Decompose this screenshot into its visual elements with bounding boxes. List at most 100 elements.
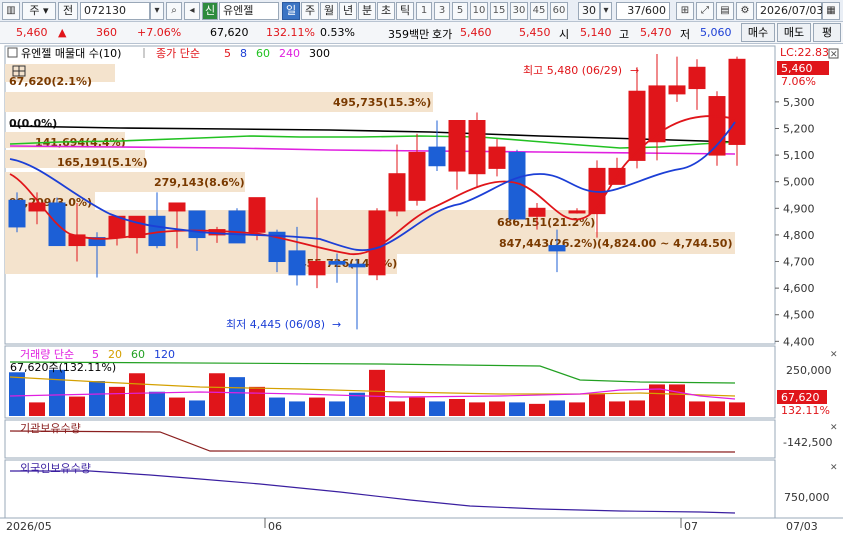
- volume-bar: [549, 400, 565, 416]
- count-field[interactable]: 37/600: [616, 2, 670, 20]
- volume-current-pct: 132.11%: [781, 404, 830, 417]
- trend-icon[interactable]: ⤢: [696, 2, 714, 20]
- interval-button[interactable]: 5: [452, 2, 468, 20]
- x-label-june: 06: [268, 520, 282, 533]
- calendar-icon[interactable]: ▦: [822, 2, 840, 20]
- interval-select[interactable]: 30: [578, 2, 600, 20]
- low-annotation: 최저 4,445 (06/08): [226, 318, 325, 331]
- candle-body: [668, 85, 686, 95]
- interval-button[interactable]: 15: [490, 2, 508, 20]
- foreign-panel-close-icon[interactable]: ✕: [830, 463, 838, 473]
- candle-body: [8, 199, 26, 228]
- candle-body: [488, 146, 506, 169]
- candle-body: [528, 207, 546, 217]
- stock-name-field[interactable]: 유엔젤: [219, 2, 279, 20]
- gear-icon[interactable]: ⚙: [736, 2, 754, 20]
- interval-button[interactable]: 30: [510, 2, 528, 20]
- volume-bar: [29, 402, 45, 416]
- svg-text:✕: ✕: [830, 50, 838, 60]
- interval-button[interactable]: 60: [550, 2, 568, 20]
- volume-value: 67,620: [210, 26, 249, 39]
- period-tab[interactable]: 년: [339, 2, 357, 20]
- low-label: 저: [680, 28, 691, 41]
- volume-bar: [89, 381, 105, 416]
- high-annotation: 최고 5,480 (06/29): [523, 64, 622, 77]
- prev-button[interactable]: 전: [58, 2, 78, 20]
- interval-button[interactable]: 10: [470, 2, 488, 20]
- volume-bar: [269, 397, 285, 416]
- speaker-icon[interactable]: ◂: [184, 2, 200, 20]
- main-toolbar: ▥ 주 ▾ 전 072130 ▾ ⌕ ◂ 신 유엔젤 일 주 월 년 분 초 틱 1 3 5 10 1…: [0, 0, 843, 22]
- open-price: 5,140: [580, 26, 612, 39]
- vol-legend-period: 20: [108, 348, 122, 361]
- volume-bar: [509, 402, 525, 416]
- volume-bar: [189, 400, 205, 416]
- date-field[interactable]: 2026/07/03: [756, 2, 823, 20]
- interval-button[interactable]: 1: [416, 2, 432, 20]
- y-tick-label: 5,200: [783, 122, 815, 135]
- volume-current-tag: 67,620: [781, 391, 820, 404]
- chart-area[interactable]: 67,620(2.1%) 0(0.0%) 495,735(15.3%) 141,…: [0, 44, 843, 536]
- sell-button[interactable]: 매도: [777, 23, 811, 42]
- period-tab[interactable]: 주: [301, 2, 319, 20]
- candle-body: [568, 210, 586, 214]
- volume-bar: [309, 397, 325, 416]
- foreign-y-tick: 750,000: [784, 491, 830, 504]
- interval-button[interactable]: 3: [434, 2, 450, 20]
- volume-bar: [369, 369, 385, 416]
- low-arrow-icon: →: [332, 318, 341, 331]
- stock-code-input[interactable]: 072130: [80, 2, 150, 20]
- turnover-rate: 0.53%: [320, 26, 355, 39]
- volume-bar: [429, 401, 445, 416]
- y-tick-label: 4,900: [783, 202, 815, 215]
- high-arrow-icon: →: [630, 64, 639, 77]
- y-tick-label: 4,400: [783, 335, 815, 348]
- vol-legend-period: 120: [154, 348, 175, 361]
- quote-bar: 5,460 ▲ 360 +7.06% 67,620 132.11% 0.53% …: [0, 22, 843, 44]
- volume-bar: [209, 373, 225, 416]
- y-tick-label: 4,600: [783, 282, 815, 295]
- candle-body: [628, 90, 646, 161]
- x-label-end: 07/03: [786, 520, 818, 533]
- volume-bar: [669, 384, 685, 416]
- institution-legend: 기관보유수량: [20, 422, 81, 435]
- volume-bar: [449, 399, 465, 416]
- volume-bar: [709, 401, 725, 416]
- period-tab[interactable]: 분: [358, 2, 376, 20]
- chart-type-icon[interactable]: ▥: [2, 2, 20, 20]
- buy-button[interactable]: 매수: [741, 23, 775, 42]
- y-tick-label: 5,100: [783, 149, 815, 162]
- period-tab[interactable]: 초: [377, 2, 395, 20]
- print-icon[interactable]: ▤: [716, 2, 734, 20]
- range-annotation: (4,824.00 ~ 4,744.50): [597, 237, 733, 250]
- volume-bar: [149, 391, 165, 416]
- view-mode-select[interactable]: 주 ▾: [22, 2, 56, 20]
- grid-icon[interactable]: ⊞: [676, 2, 694, 20]
- interval-dropdown-icon[interactable]: ▾: [600, 2, 612, 20]
- profile-label: 165,191(5.1%): [57, 156, 148, 169]
- interval-button[interactable]: 45: [530, 2, 548, 20]
- candle-body: [248, 197, 266, 233]
- period-tab[interactable]: 틱: [396, 2, 414, 20]
- volume-bar: [169, 397, 185, 416]
- institution-panel-close-icon[interactable]: ✕: [830, 423, 838, 433]
- volume-bar: [229, 377, 245, 416]
- volume-bar: [129, 373, 145, 416]
- y-tick-label: 5,300: [783, 96, 815, 109]
- eval-button[interactable]: 평: [813, 23, 841, 42]
- period-tab[interactable]: 일: [282, 2, 300, 20]
- volume-bar: [329, 401, 345, 416]
- volume-bar: [629, 400, 645, 416]
- institution-y-tick: -142,500: [783, 436, 832, 449]
- volume-ratio: 132.11%: [266, 26, 315, 39]
- volume-panel-close-icon[interactable]: ✕: [830, 350, 838, 360]
- candle-body: [328, 261, 346, 265]
- search-icon[interactable]: ⌕: [166, 2, 182, 20]
- period-tab[interactable]: 월: [320, 2, 338, 20]
- high-label: 고: [619, 28, 630, 41]
- candle-body: [168, 202, 186, 212]
- candle-body: [188, 210, 206, 239]
- code-search-icon[interactable]: ▾: [150, 2, 164, 20]
- ma-legend-period: 240: [279, 47, 300, 60]
- interval-value: 30: [582, 4, 596, 17]
